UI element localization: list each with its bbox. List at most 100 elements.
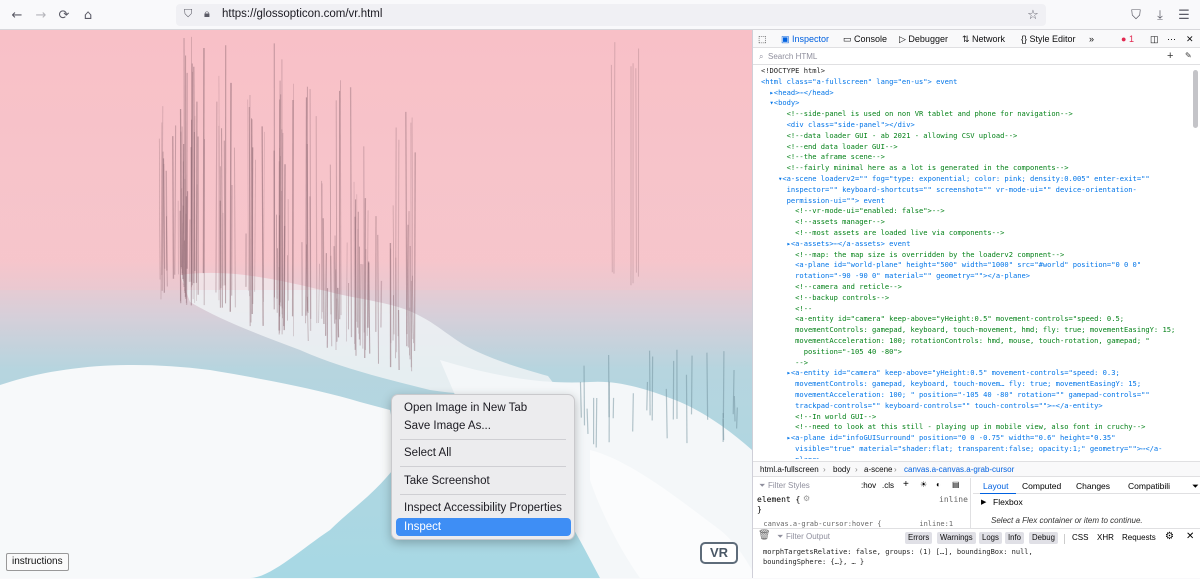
tab-console[interactable]: ▭ Console <box>843 30 887 48</box>
aframe-scene-canvas[interactable]: instructions VR Open Image in New Tab Sa… <box>0 30 752 578</box>
filter-output-input[interactable]: Filter Output <box>786 532 830 541</box>
markup-line[interactable]: ▸<head>⋯</head> <box>753 88 1193 99</box>
cls-toggle[interactable]: .cls <box>882 481 894 490</box>
tab-computed[interactable]: Computed <box>1022 481 1061 491</box>
filter-xhr[interactable]: XHR <box>1097 533 1114 542</box>
markup-line[interactable]: rotation="-90 -90 0" material="" geometr… <box>753 271 1193 282</box>
markup-line[interactable]: <!--end data loader GUI--> <box>753 142 1193 153</box>
chevron-down-icon[interactable]: ⏷ <box>1192 481 1199 492</box>
markup-line[interactable]: position="-105 40 -80"> <box>753 347 1193 358</box>
markup-line[interactable]: <!--data loader GUI - ab 2021 - allowing… <box>753 131 1193 142</box>
menu-item-select-all[interactable]: Select All <box>396 444 571 462</box>
tab-inspector[interactable]: ▣ Inspector <box>781 30 829 48</box>
markup-line[interactable]: <!--camera and reticle--> <box>753 282 1193 293</box>
markup-line[interactable]: trackpad-controls="" keyboard-controls="… <box>753 401 1193 412</box>
gear-icon[interactable]: ⚙ <box>803 494 810 503</box>
breadcrumb-a-scene[interactable]: a-scene <box>864 465 892 474</box>
close-icon[interactable]: ✕ <box>1186 531 1194 542</box>
flexbox-heading[interactable]: Flexbox <box>993 497 1023 507</box>
filter-css[interactable]: CSS <box>1072 533 1088 542</box>
breadcrumb-html[interactable]: html.a-fullscreen <box>760 465 819 474</box>
downloads-icon[interactable]: ⤓ <box>1150 5 1170 25</box>
filter-requests[interactable]: Requests <box>1122 533 1156 542</box>
light-mode-icon[interactable]: ☀ <box>920 480 927 489</box>
breadcrumb-canvas[interactable]: canvas.a-canvas.a-grab-cursor <box>904 465 1014 474</box>
markup-line[interactable]: <html class="a-fullscreen" lang="en-us">… <box>753 77 1193 88</box>
print-media-icon[interactable]: ▤ <box>952 480 960 489</box>
console-settings-icon[interactable]: ⚙ <box>1165 531 1174 542</box>
add-node-icon[interactable]: + <box>1167 50 1173 62</box>
options-icon[interactable]: ⋯ <box>1167 30 1176 48</box>
element-picker-icon[interactable]: ⬚ <box>758 30 767 48</box>
breadcrumb-body[interactable]: body <box>833 465 850 474</box>
forward-arrow-icon[interactable]: → <box>31 5 51 25</box>
bookmark-star-icon[interactable]: ☆ <box>1023 5 1043 25</box>
markup-view[interactable]: <!DOCTYPE html><html class="a-fullscreen… <box>753 66 1193 459</box>
markup-line[interactable]: plane> <box>753 455 1193 459</box>
markup-line[interactable]: <!--most assets are loaded live via comp… <box>753 228 1193 239</box>
hov-toggle[interactable]: :hov <box>861 481 876 490</box>
reload-icon[interactable]: ⟳ <box>54 5 74 25</box>
pocket-icon[interactable]: ⛉ <box>1126 5 1146 25</box>
trash-icon[interactable]: 🗑︎ <box>758 530 771 541</box>
markup-line[interactable]: <!--the aframe scene--> <box>753 152 1193 163</box>
markup-line[interactable]: ▸<a-assets>⋯</a-assets> event <box>753 239 1193 250</box>
back-arrow-icon[interactable]: ← <box>7 5 27 25</box>
menu-item-open-image-new-tab[interactable]: Open Image in New Tab <box>396 399 571 417</box>
enter-vr-button[interactable]: VR <box>700 542 738 564</box>
more-tabs-icon[interactable]: » <box>1089 30 1094 48</box>
menu-item-save-image-as[interactable]: Save Image As... <box>396 417 571 435</box>
markup-line[interactable]: movementControls: gamepad, keyboard, tou… <box>753 325 1193 336</box>
markup-line[interactable]: movementControls: gamepad, keyboard, tou… <box>753 379 1193 390</box>
scene-render[interactable] <box>0 30 752 578</box>
markup-line[interactable]: ▾<body> <box>753 98 1193 109</box>
add-rule-icon[interactable]: + <box>903 479 909 490</box>
markup-line[interactable]: movementAcceleration: 100; rotationContr… <box>753 336 1193 347</box>
shield-icon[interactable]: ⛉ <box>184 7 192 21</box>
home-icon[interactable]: ⌂ <box>78 5 98 25</box>
markup-line[interactable]: <div class="side-panel"></div> <box>753 120 1193 131</box>
markup-line[interactable]: <!--fairly minimal here as a lot is gene… <box>753 163 1193 174</box>
markup-line[interactable]: <!--In world GUI--> <box>753 412 1193 423</box>
markup-line[interactable]: <!DOCTYPE html> <box>753 66 1193 77</box>
menu-icon[interactable]: ☰ <box>1174 5 1194 25</box>
markup-line[interactable]: <!--need to look at this still - playing… <box>753 422 1193 433</box>
markup-scrollbar[interactable] <box>1193 70 1198 128</box>
dark-mode-icon[interactable]: ◐ <box>936 480 941 489</box>
markup-line[interactable]: <!--assets manager--> <box>753 217 1193 228</box>
filter-styles-input[interactable]: Filter Styles <box>768 481 810 490</box>
tab-changes[interactable]: Changes <box>1076 481 1110 491</box>
tab-style-editor[interactable]: {} Style Editor <box>1021 30 1076 48</box>
markup-line[interactable]: ▸<a-entity id="camera" keep-above="yHeig… <box>753 368 1193 379</box>
markup-line[interactable]: <!--side-panel is used on non VR tablet … <box>753 109 1193 120</box>
dock-icon[interactable]: ◫ <box>1150 30 1159 48</box>
flexbox-toggle-icon[interactable]: ▶ <box>981 498 986 506</box>
markup-line[interactable]: <!--vr-mode-ui="enabled: false">--> <box>753 206 1193 217</box>
markup-line[interactable]: <a-plane id="world-plane" height="500" w… <box>753 260 1193 271</box>
html-search-input[interactable]: Search HTML <box>768 52 817 61</box>
eyedropper-icon[interactable]: ✎ <box>1185 51 1192 60</box>
error-count-badge[interactable]: ● 1 <box>1121 30 1134 48</box>
lock-icon[interactable]: 🔒︎ <box>204 7 210 21</box>
markup-line[interactable]: visible="true" material="shader:flat; tr… <box>753 444 1193 455</box>
filter-debug[interactable]: Debug <box>1029 532 1058 544</box>
markup-line[interactable]: <!--backup controls--> <box>753 293 1193 304</box>
tab-network[interactable]: ⇅ Network <box>962 30 1005 48</box>
menu-item-inspect-accessibility[interactable]: Inspect Accessibility Properties <box>396 499 571 517</box>
tab-debugger[interactable]: ▷ Debugger <box>899 30 948 48</box>
markup-line[interactable]: movementAcceleration: 100; " position="-… <box>753 390 1193 401</box>
filter-errors[interactable]: Errors <box>905 532 932 544</box>
markup-line[interactable]: <a-entity id="camera" keep-above="yHeigh… <box>753 314 1193 325</box>
markup-line[interactable]: <!-- <box>753 304 1193 315</box>
filter-warnings[interactable]: Warnings <box>937 532 976 544</box>
url-bar[interactable]: ⛉ 🔒︎ https://glossopticon.com/vr.html <box>176 4 1046 26</box>
instructions-button[interactable]: instructions <box>6 553 69 571</box>
url-text[interactable]: https://glossopticon.com/vr.html <box>222 8 382 20</box>
filter-logs[interactable]: Logs <box>979 532 1002 544</box>
menu-item-inspect[interactable]: Inspect <box>396 518 571 536</box>
markup-line[interactable]: inspector="" keyboard-shortcuts="" scree… <box>753 185 1193 196</box>
tab-compatibility[interactable]: Compatibili <box>1128 481 1170 491</box>
markup-line[interactable]: --> <box>753 358 1193 369</box>
tab-layout[interactable]: Layout <box>983 481 1009 491</box>
markup-line[interactable]: ▸<a-plane id="infoGUISurround" position=… <box>753 433 1193 444</box>
